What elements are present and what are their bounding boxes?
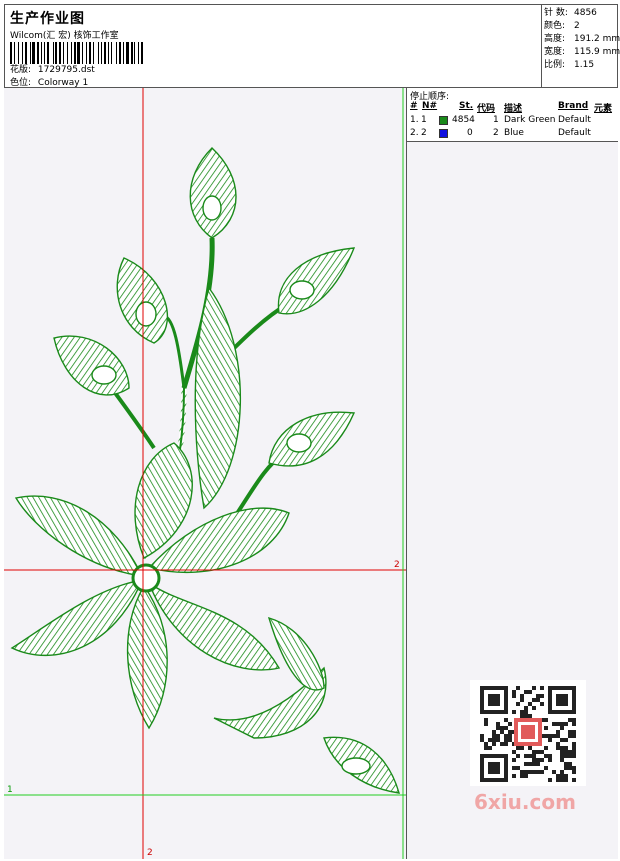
col-desc: 描述 [504,104,523,114]
design-value: 1729795.dst [37,65,95,75]
color-swatch-1 [439,129,448,138]
stop-sequence-table: 停止顺序: # N# St. 代码 描述 Brand 元素 1. 1 4854 … [407,88,618,142]
stat-colors: 颜色: 2 [544,21,580,31]
col-hash: # [410,101,418,111]
red-h-guide-label: 2 [394,560,400,570]
design-label: 花版: [10,65,32,75]
watermark-logo: 6xiu.com [474,790,576,814]
design-canvas[interactable]: 2 2 1 [4,88,407,859]
col-brand: Brand [558,101,589,111]
page-title: 生产作业图 [10,11,85,27]
stat-scale: 比例: 1.15 [544,60,595,70]
qr-code-image [470,680,586,786]
color-swatch-0 [439,116,448,125]
stat-stitches: 针 数: 4856 [544,8,597,18]
col-element: 元素 [594,104,613,114]
colorway-line: 色位: Colorway 1 [10,75,88,88]
colorway-label: 色位: [10,78,32,88]
barcode-image [10,42,143,64]
red-v-guide-label: 2 [147,848,153,858]
col-st: St. [459,101,474,111]
table-row[interactable]: 1. 1 4854 1 Dark Green Default [407,115,618,127]
stat-height: 高度: 191.2 mm [544,34,620,44]
green-h-guide-label: 1 [7,785,13,795]
colorway-value: Colorway 1 [37,78,89,88]
flower-design [10,147,400,794]
header-panel: 生产作业图 Wilcom(汇 宏) 核饰工作室 花版: 1729795.dst … [4,4,542,88]
table-row[interactable]: 2. 2 0 2 Blue Default [407,128,618,140]
company-name: Wilcom(汇 宏) 核饰工作室 [10,31,119,41]
stat-width: 宽度: 115.9 mm [544,47,620,57]
stats-panel: 针 数: 4856 颜色: 2 高度: 191.2 mm 宽度: 115.9 mm 比例… [541,4,620,88]
col-code: 代码 [477,104,496,114]
design-line: 花版: 1729795.dst [10,62,95,75]
col-n: N# [422,101,438,111]
embroidery-preview [4,88,406,859]
